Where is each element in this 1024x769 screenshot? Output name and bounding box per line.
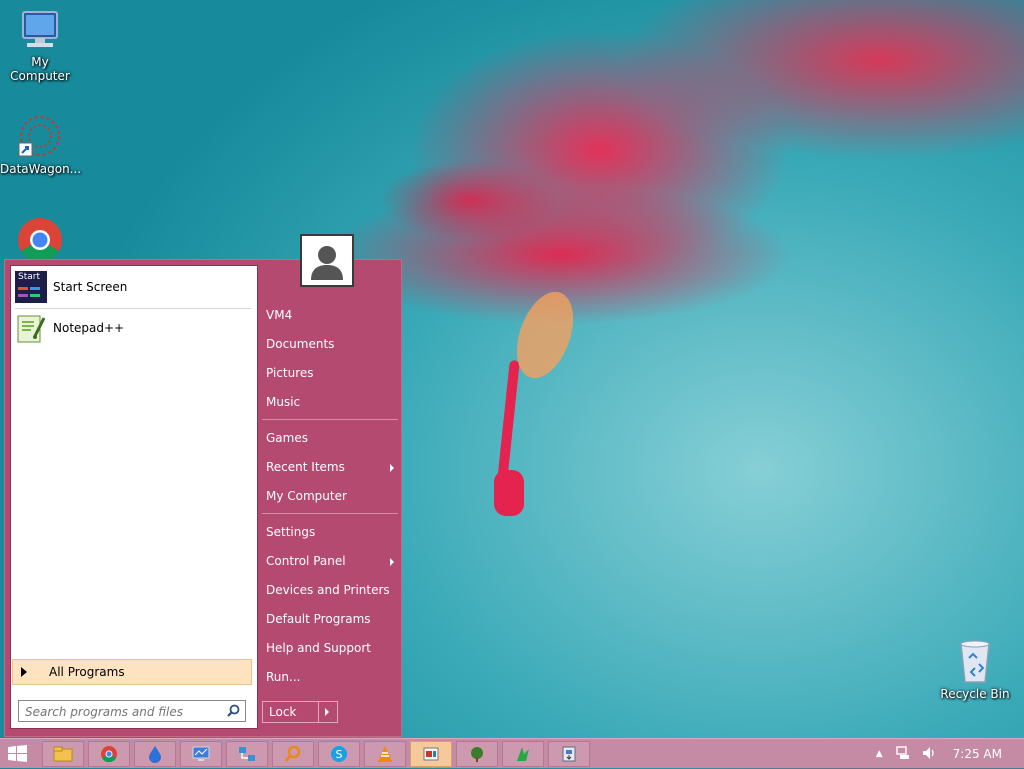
app-icon [423,747,439,761]
installer-icon [562,746,576,762]
user-avatar[interactable] [300,234,354,287]
link-help-and-support[interactable]: Help and Support [266,637,398,659]
pinned-start-screen[interactable]: Start Start Screen [15,270,251,304]
tree-app-icon [471,747,483,762]
desktop-icon-my-computer[interactable]: My Computer [0,8,80,83]
start-button[interactable] [6,744,30,764]
link-label: Recent Items [266,460,345,474]
show-hidden-icons-icon[interactable]: ▲ [876,749,883,759]
drop-icon [149,746,161,763]
separator [262,513,398,514]
pinned-label: Start Screen [53,280,128,294]
taskbar-search-app[interactable] [272,741,314,767]
svg-text:S: S [336,748,343,761]
expand-arrow-icon [21,667,27,677]
link-settings[interactable]: Settings [266,521,398,543]
computer-icon [17,8,63,52]
submenu-arrow-icon [390,464,394,472]
link-devices-and-printers[interactable]: Devices and Printers [266,579,398,601]
search-programs-box[interactable] [18,700,246,722]
pinned-notepad-plus-plus[interactable]: Notepad++ [15,311,251,345]
link-vm4[interactable]: VM4 [266,304,398,326]
monitor-icon [192,746,210,761]
taskbar-monitor-app[interactable] [180,741,222,767]
pinned-label: Notepad++ [53,321,125,335]
taskbar-vlc[interactable] [364,741,406,767]
network-app-icon [239,747,255,761]
start-menu-places-pane: VM4 Documents Pictures Music Games Recen… [258,260,403,738]
user-icon [302,236,352,285]
desktop-icon-label: Recycle Bin [940,687,1010,701]
link-pictures[interactable]: Pictures [266,362,398,384]
start-screen-badge: Start [18,272,40,282]
green-arrow-icon [517,747,529,761]
link-run[interactable]: Run... [266,666,398,688]
link-documents[interactable]: Documents [266,333,398,355]
taskbar-tree-app[interactable] [456,741,498,767]
network-icon[interactable] [895,745,911,764]
link-control-panel[interactable]: Control Panel [266,550,398,572]
taskbar-file-explorer[interactable] [42,741,84,767]
search-app-icon [284,745,301,762]
link-recent-items[interactable]: Recent Items [266,456,398,478]
notepad-plus-plus-icon [15,312,47,344]
chrome-icon [16,216,64,262]
link-games[interactable]: Games [266,427,398,449]
taskbar-installer-app[interactable] [548,741,590,767]
start-screen-icon: Start [15,271,47,303]
file-explorer-icon [53,746,73,762]
submenu-arrow-icon [390,558,394,566]
link-default-programs[interactable]: Default Programs [266,608,398,630]
lock-button[interactable]: Lock [263,702,319,722]
datawagon-icon [17,113,63,159]
start-menu-programs-pane: Start Start Screen Notepad++ All Program… [10,265,258,729]
separator [262,419,398,420]
taskbar-active-app[interactable] [410,741,452,767]
windows-logo-icon [8,745,27,762]
skype-icon: S [331,746,347,762]
chrome-icon [101,746,117,763]
taskbar-chrome[interactable] [88,741,130,767]
all-programs-label: All Programs [49,665,125,679]
power-options-arrow-icon[interactable] [319,702,337,722]
desktop-icon-datawagon[interactable]: DataWagon... [0,113,82,176]
all-programs-button[interactable]: All Programs [12,659,252,685]
taskbar: S ▲ 7:25 AM [0,738,1024,768]
link-music[interactable]: Music [266,391,398,413]
system-tray: ▲ 7:25 AM [876,739,1024,769]
recycle-bin-icon [957,638,993,684]
taskbar-skype[interactable]: S [318,741,360,767]
desktop-icon-label: DataWagon... [0,162,82,176]
taskbar-network-app[interactable] [226,741,268,767]
desktop-icon-recycle-bin[interactable]: Recycle Bin [935,638,1015,701]
start-menu: Start Start Screen Notepad++ All Program… [4,259,402,737]
flower-stem-tip [494,470,524,516]
taskbar-clock[interactable]: 7:25 AM [953,747,1002,761]
power-button[interactable]: Lock [262,701,338,723]
vlc-icon [378,746,392,762]
search-input[interactable] [23,702,223,722]
link-my-computer[interactable]: My Computer [266,485,398,507]
pinned-separator [15,308,251,309]
link-label: Control Panel [266,554,346,568]
search-icon[interactable] [227,704,240,720]
desktop-icon-chrome[interactable] [0,216,80,263]
taskbar-green-arrow-app[interactable] [502,741,544,767]
taskbar-drop-app[interactable] [134,741,176,767]
desktop-icon-label: My Computer [10,55,70,83]
volume-icon[interactable] [921,745,937,764]
